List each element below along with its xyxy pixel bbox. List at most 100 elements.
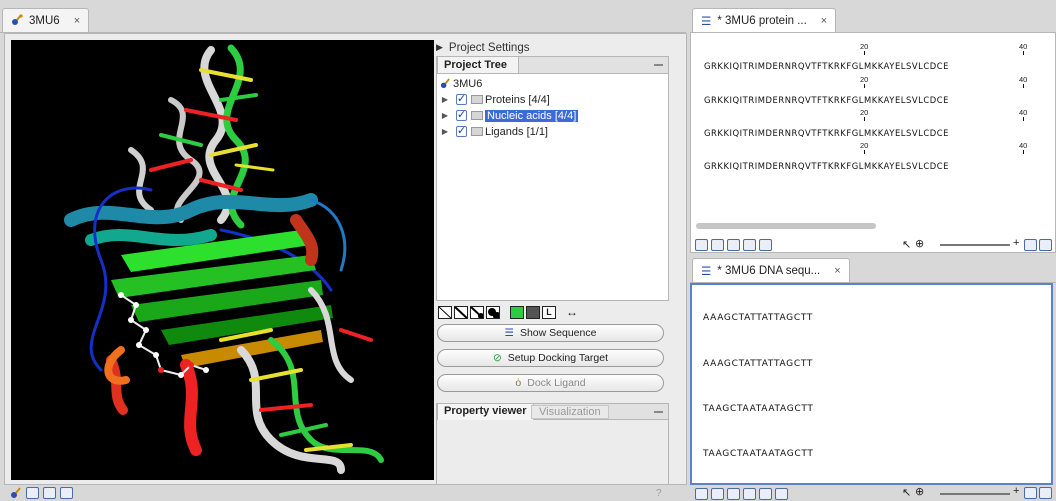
wireframe-style-icon[interactable] [438, 305, 452, 319]
fit-width-icon[interactable]: ↔ [566, 305, 578, 319]
property-viewer-panel [436, 420, 669, 485]
ruler-label-40: 40 [1019, 141, 1028, 150]
expand-arrow-icon[interactable]: ▶ [440, 127, 450, 136]
protein-sequence-view[interactable]: 20 40 GRKKIQITRIMDERNRQVTFTKRKFGLMKKAYEL… [690, 33, 1056, 253]
annotation-icon[interactable] [60, 487, 73, 499]
tab-3mu6-3d[interactable]: 3MU6 × [2, 8, 90, 32]
annotation-icon[interactable] [775, 487, 788, 500]
fit-width-icon[interactable] [1024, 239, 1037, 251]
project-tree: 3MU6 ▶ Proteins [4/4] ▶ Nucleic acids [4… [436, 73, 669, 301]
minimize-icon[interactable] [654, 411, 663, 413]
folder-icon [471, 95, 483, 104]
close-icon[interactable]: × [834, 265, 840, 277]
info-icon[interactable] [43, 487, 56, 499]
expand-arrow-icon[interactable]: ▶ [440, 111, 450, 120]
space-fill-style-icon[interactable] [486, 305, 500, 319]
minimize-icon[interactable] [654, 64, 663, 66]
protein-editor-toolbar: ↖ ⊕ + [690, 237, 1056, 253]
color-scheme-icon[interactable] [510, 305, 524, 319]
show-sequence-button[interactable]: ☰ Show Sequence [437, 324, 664, 342]
checkbox-icon[interactable] [456, 92, 467, 105]
sequence-view-icon[interactable] [695, 239, 708, 251]
checkbox-icon[interactable] [456, 108, 467, 121]
zoom-in-icon[interactable]: + [1013, 237, 1019, 249]
info-icon[interactable] [743, 239, 756, 251]
annotation-icon[interactable] [759, 239, 772, 251]
ruler-label-20: 20 [860, 75, 869, 84]
tab-property-viewer[interactable]: Property viewer [437, 403, 534, 420]
zoom-slider[interactable] [940, 244, 1010, 246]
tab-dna-sequence[interactable]: ☰ * 3MU6 DNA sequ... × [692, 258, 850, 282]
tree-item-proteins[interactable]: ▶ Proteins [4/4] [440, 92, 550, 107]
close-icon[interactable]: × [74, 15, 80, 27]
project-settings-header[interactable]: ▶ Project Settings [436, 40, 676, 55]
tab-protein-sequence[interactable]: ☰ * 3MU6 protein ... × [692, 8, 837, 32]
checkbox-icon[interactable] [456, 124, 467, 137]
dna-sequence-view[interactable]: AAAGCTATTATTAGCTT AAAGCTATTATTAGCTT TAAG… [690, 283, 1053, 485]
table-view-icon[interactable] [727, 487, 740, 500]
tree-item-label: Proteins [4/4] [485, 93, 550, 106]
zoom-icon[interactable]: ⊕ [915, 237, 924, 250]
setup-docking-label: Setup Docking Target [507, 352, 608, 364]
collapse-arrow-icon: ▶ [436, 42, 443, 52]
protein-sequence-row: GRKKIQITRIMDERNRQVTFTKRKFGLMKKAYELSVLCDC… [704, 95, 950, 105]
actual-size-icon[interactable] [1039, 239, 1052, 251]
label-icon[interactable]: L [542, 305, 556, 319]
tree-item-label: Nucleic acids [4/4] [485, 109, 579, 122]
table-view-icon[interactable] [711, 239, 724, 251]
history-icon[interactable] [26, 487, 39, 499]
ball-stick-style-icon[interactable] [470, 305, 484, 319]
protein-editor-tab-bar: ☰ * 3MU6 protein ... × [690, 8, 1056, 33]
sequence-icon: ☰ [701, 265, 712, 278]
folder-icon [471, 111, 483, 120]
ruler-label-20: 20 [860, 141, 869, 150]
docking-icon: ⊘ [492, 352, 502, 364]
close-icon[interactable]: × [821, 15, 827, 27]
ligand-icon: ȯ [515, 377, 522, 389]
stick-style-icon[interactable] [454, 305, 468, 319]
help-icon[interactable]: ? [656, 488, 662, 499]
zoom-slider[interactable] [940, 493, 1010, 495]
folder-icon [471, 127, 483, 136]
project-tree-tab-header: Project Tree [436, 56, 669, 74]
show-sequence-label: Show Sequence [519, 327, 597, 339]
grid-view-icon[interactable] [743, 487, 756, 500]
actual-size-icon[interactable] [1039, 487, 1052, 499]
grid-view-icon[interactable] [727, 239, 740, 251]
protein-sequence-row: GRKKIQITRIMDERNRQVTFTKRKFGLMKKAYELSVLCDC… [704, 128, 950, 138]
select-arrow-icon[interactable]: ↖ [902, 238, 911, 251]
dna-sequence-row: TAAGCTAATAATAGCTT [703, 449, 814, 459]
ruler-label-20: 20 [860, 42, 869, 51]
molecule-icon [11, 14, 23, 26]
horizontal-scrollbar[interactable] [696, 223, 876, 229]
select-arrow-icon[interactable]: ↖ [902, 486, 911, 499]
expand-arrow-icon[interactable]: ▶ [440, 95, 450, 104]
molecule-structure-image [64, 44, 384, 474]
circular-view-icon[interactable] [711, 487, 724, 500]
dna-editor-tab-bar: ☰ * 3MU6 DNA sequ... × [690, 258, 1056, 283]
project-settings-label: Project Settings [448, 41, 530, 54]
dock-ligand-button[interactable]: ȯ Dock Ligand [437, 374, 664, 392]
molecule-3d-viewer[interactable] [11, 40, 434, 480]
tree-item-ligands[interactable]: ▶ Ligands [1/1] [440, 124, 548, 139]
sequence-view-icon[interactable] [695, 487, 708, 500]
ruler-label-40: 40 [1019, 42, 1028, 51]
tree-root[interactable]: 3MU6 [440, 76, 482, 91]
zoom-in-icon[interactable]: + [1013, 485, 1019, 497]
dna-sequence-row: AAAGCTATTATTAGCTT [703, 313, 814, 323]
tab-visualization[interactable]: Visualization [531, 405, 609, 419]
surface-icon[interactable] [526, 305, 540, 319]
molecule-icon[interactable] [10, 487, 22, 499]
left-tab-bar: 3MU6 × [0, 8, 686, 33]
info-icon[interactable] [759, 487, 772, 500]
protein-sequence-row: GRKKIQITRIMDERNRQVTFTKRKFGLMKKAYELSVLCDC… [704, 61, 950, 71]
tree-item-nucleic-acids[interactable]: ▶ Nucleic acids [4/4] [440, 108, 579, 123]
setup-docking-target-button[interactable]: ⊘ Setup Docking Target [437, 349, 664, 367]
tab-project-tree[interactable]: Project Tree [437, 56, 519, 74]
tab-title: 3MU6 [29, 14, 60, 27]
ruler-label-20: 20 [860, 108, 869, 117]
ruler-label-40: 40 [1019, 75, 1028, 84]
zoom-icon[interactable]: ⊕ [915, 485, 924, 498]
tree-item-label: Ligands [1/1] [485, 125, 548, 138]
fit-width-icon[interactable] [1024, 487, 1037, 499]
